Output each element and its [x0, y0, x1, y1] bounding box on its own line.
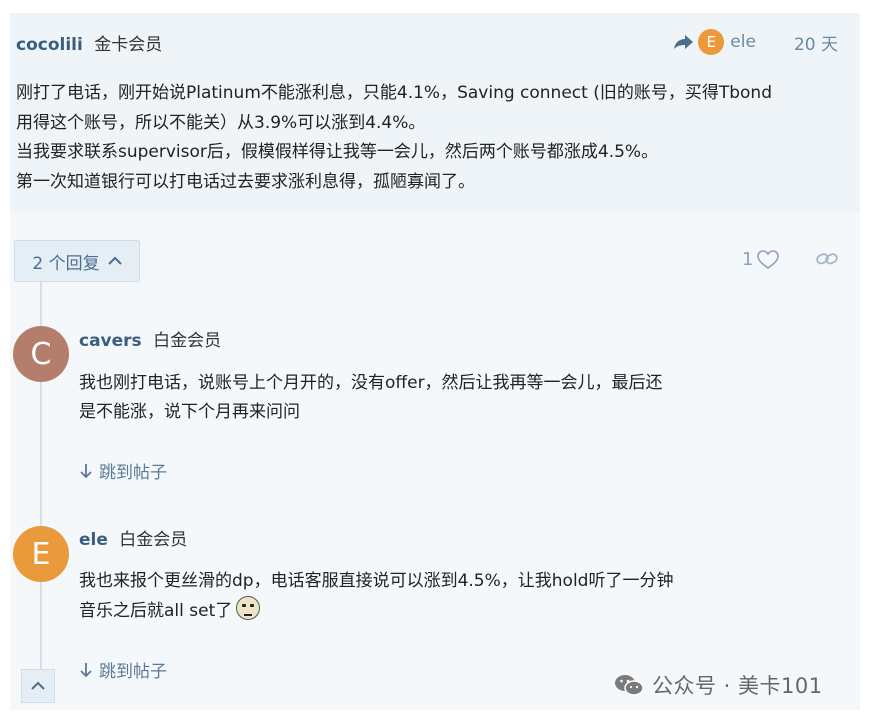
reply-to-avatar[interactable]: E [698, 29, 725, 55]
reply-to-indicator[interactable]: E ele 20 天 [672, 29, 838, 55]
avatar-letter: C [30, 336, 52, 372]
wechat-icon [615, 675, 644, 696]
jump-to-post-link[interactable]: 跳到帖子 [79, 657, 167, 682]
reply-user-badge: 白金会员 [119, 530, 188, 550]
reply-username[interactable]: ele [79, 530, 108, 550]
reply-body-line: 我也刚打电话，说账号上个月开的，没有offer，然后让我再等一会儿，最后还 [79, 373, 663, 393]
reply-body-line: 我也来报个更丝滑的dp，电话客服直接说可以涨到4.5%，让我hold听了一分钟 [79, 571, 674, 591]
post-body-line: 用得这个账号，所以不能关）从3.9%可以涨到4.4%。 [16, 112, 426, 133]
reply-arrow-icon [674, 35, 694, 49]
post-body: 刚打了电话，刚开始说Platinum不能涨利息，只能4.1%，Saving co… [16, 79, 852, 197]
reply-avatar[interactable]: C [13, 326, 69, 382]
reply-header: ele 白金会员 [79, 525, 187, 550]
reply-to-username[interactable]: ele [730, 32, 756, 52]
heart-icon [757, 249, 780, 269]
reply-body-line: 音乐之后就all set了 [79, 601, 233, 621]
reply-body: 我也来报个更丝滑的dp，电话客服直接说可以涨到4.5%，让我hold听了一分钟 … [79, 567, 759, 626]
replies-toggle-button[interactable]: 2 个回复 [14, 240, 140, 282]
replies-toggle-label: 2 个回复 [32, 253, 100, 274]
jump-to-post-label: 跳到帖子 [99, 463, 167, 483]
reply-body: 我也刚打电话，说账号上个月开的，没有offer，然后让我再等一会儿，最后还 是不… [79, 369, 759, 427]
watermark-text: 公众号 · 美卡101 [652, 674, 823, 698]
collapse-up-button[interactable] [21, 669, 55, 703]
reply-username[interactable]: cavers [79, 331, 142, 351]
post-header: cocolili 金卡会员 [16, 30, 162, 55]
jump-to-post-label: 跳到帖子 [99, 662, 167, 682]
like-count: 1 [742, 249, 754, 270]
avatar-letter: E [31, 536, 51, 572]
post-username[interactable]: cocolili [16, 35, 83, 55]
reply-header: cavers 白金会员 [79, 326, 221, 351]
face-emoji-icon [236, 596, 261, 620]
post-body-line: 当我要求联系supervisor后，假模假样得让我等一会儿，然后两个账号都涨成4… [16, 142, 659, 162]
chevron-up-icon [31, 681, 45, 690]
reply-avatar[interactable]: E [13, 526, 69, 582]
post-time[interactable]: 20 天 [794, 30, 838, 55]
like-button[interactable]: 1 [742, 249, 780, 270]
arrow-down-icon [80, 463, 92, 478]
post-user-badge: 金卡会员 [94, 35, 163, 55]
reply-user-badge: 白金会员 [153, 331, 222, 351]
post-body-line: 刚打了电话，刚开始说Platinum不能涨利息，只能4.1%，Saving co… [16, 83, 772, 103]
main-post: cocolili 金卡会员 E ele 20 天 刚打了电话，刚开始说Plati… [10, 13, 860, 213]
reply-thread: 2 个回复 1 C cavers 白金会员 我也刚打电话，说账号上个月开的，没有… [10, 213, 860, 710]
link-icon[interactable] [816, 251, 838, 267]
jump-to-post-link[interactable]: 跳到帖子 [79, 458, 167, 483]
reply-body-line: 是不能涨，说下个月再来问问 [79, 402, 300, 422]
watermark: 公众号 · 美卡101 [614, 670, 823, 700]
post-body-line: 第一次知道银行可以打电话过去要求涨利息得，孤陋寡闻了。 [16, 171, 475, 192]
chevron-up-icon [107, 256, 122, 265]
arrow-down-icon [80, 662, 92, 677]
